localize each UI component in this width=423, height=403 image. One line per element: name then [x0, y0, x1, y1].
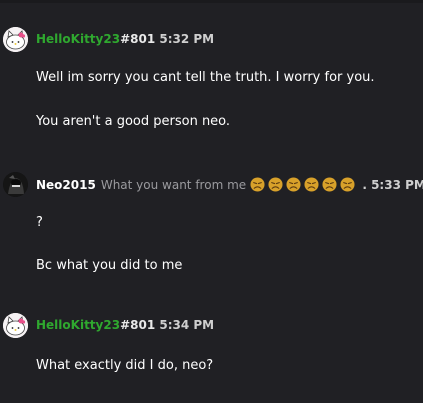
hello-kitty-avatar-icon[interactable] — [3, 27, 28, 52]
disappointed-face-emoji-icon — [322, 177, 337, 192]
top-divider — [0, 0, 423, 3]
disappointed-face-emoji-icon — [268, 177, 283, 192]
timestamp: 5:32 PM — [159, 32, 215, 46]
message-text: What exactly did I do, neo? — [36, 358, 214, 373]
user-tag: #801 — [120, 318, 156, 332]
timestamp: . 5:33 PM — [362, 178, 423, 192]
message-text: Bc what you did to me — [36, 258, 183, 273]
username[interactable]: HelloKitty23 — [36, 318, 120, 332]
disappointed-face-emoji-icon — [304, 177, 319, 192]
message-text: Well im sorry you cant tell the truth. I… — [36, 70, 375, 85]
disappointed-face-emoji-icon — [286, 177, 301, 192]
disappointed-face-emoji-icon — [340, 177, 355, 192]
disappointed-face-emoji-icon — [250, 177, 265, 192]
hello-kitty-avatar-icon[interactable] — [3, 313, 28, 338]
message-header: Neo2015 What you want from me . 5:33 PM — [36, 176, 423, 194]
custom-status: What you want from me — [100, 178, 247, 192]
username[interactable]: Neo2015 — [36, 178, 96, 192]
timestamp: 5:34 PM — [159, 318, 215, 332]
message-header: HelloKitty23#801 5:32 PM — [36, 30, 214, 48]
username[interactable]: HelloKitty23 — [36, 32, 120, 46]
message-text: ? — [36, 215, 43, 230]
status-emoji-row — [250, 177, 358, 192]
neo-avatar-icon[interactable] — [3, 172, 28, 197]
message-header: HelloKitty23#801 5:34 PM — [36, 316, 214, 334]
message-text: You aren't a good person neo. — [36, 114, 231, 129]
user-tag: #801 — [120, 32, 156, 46]
